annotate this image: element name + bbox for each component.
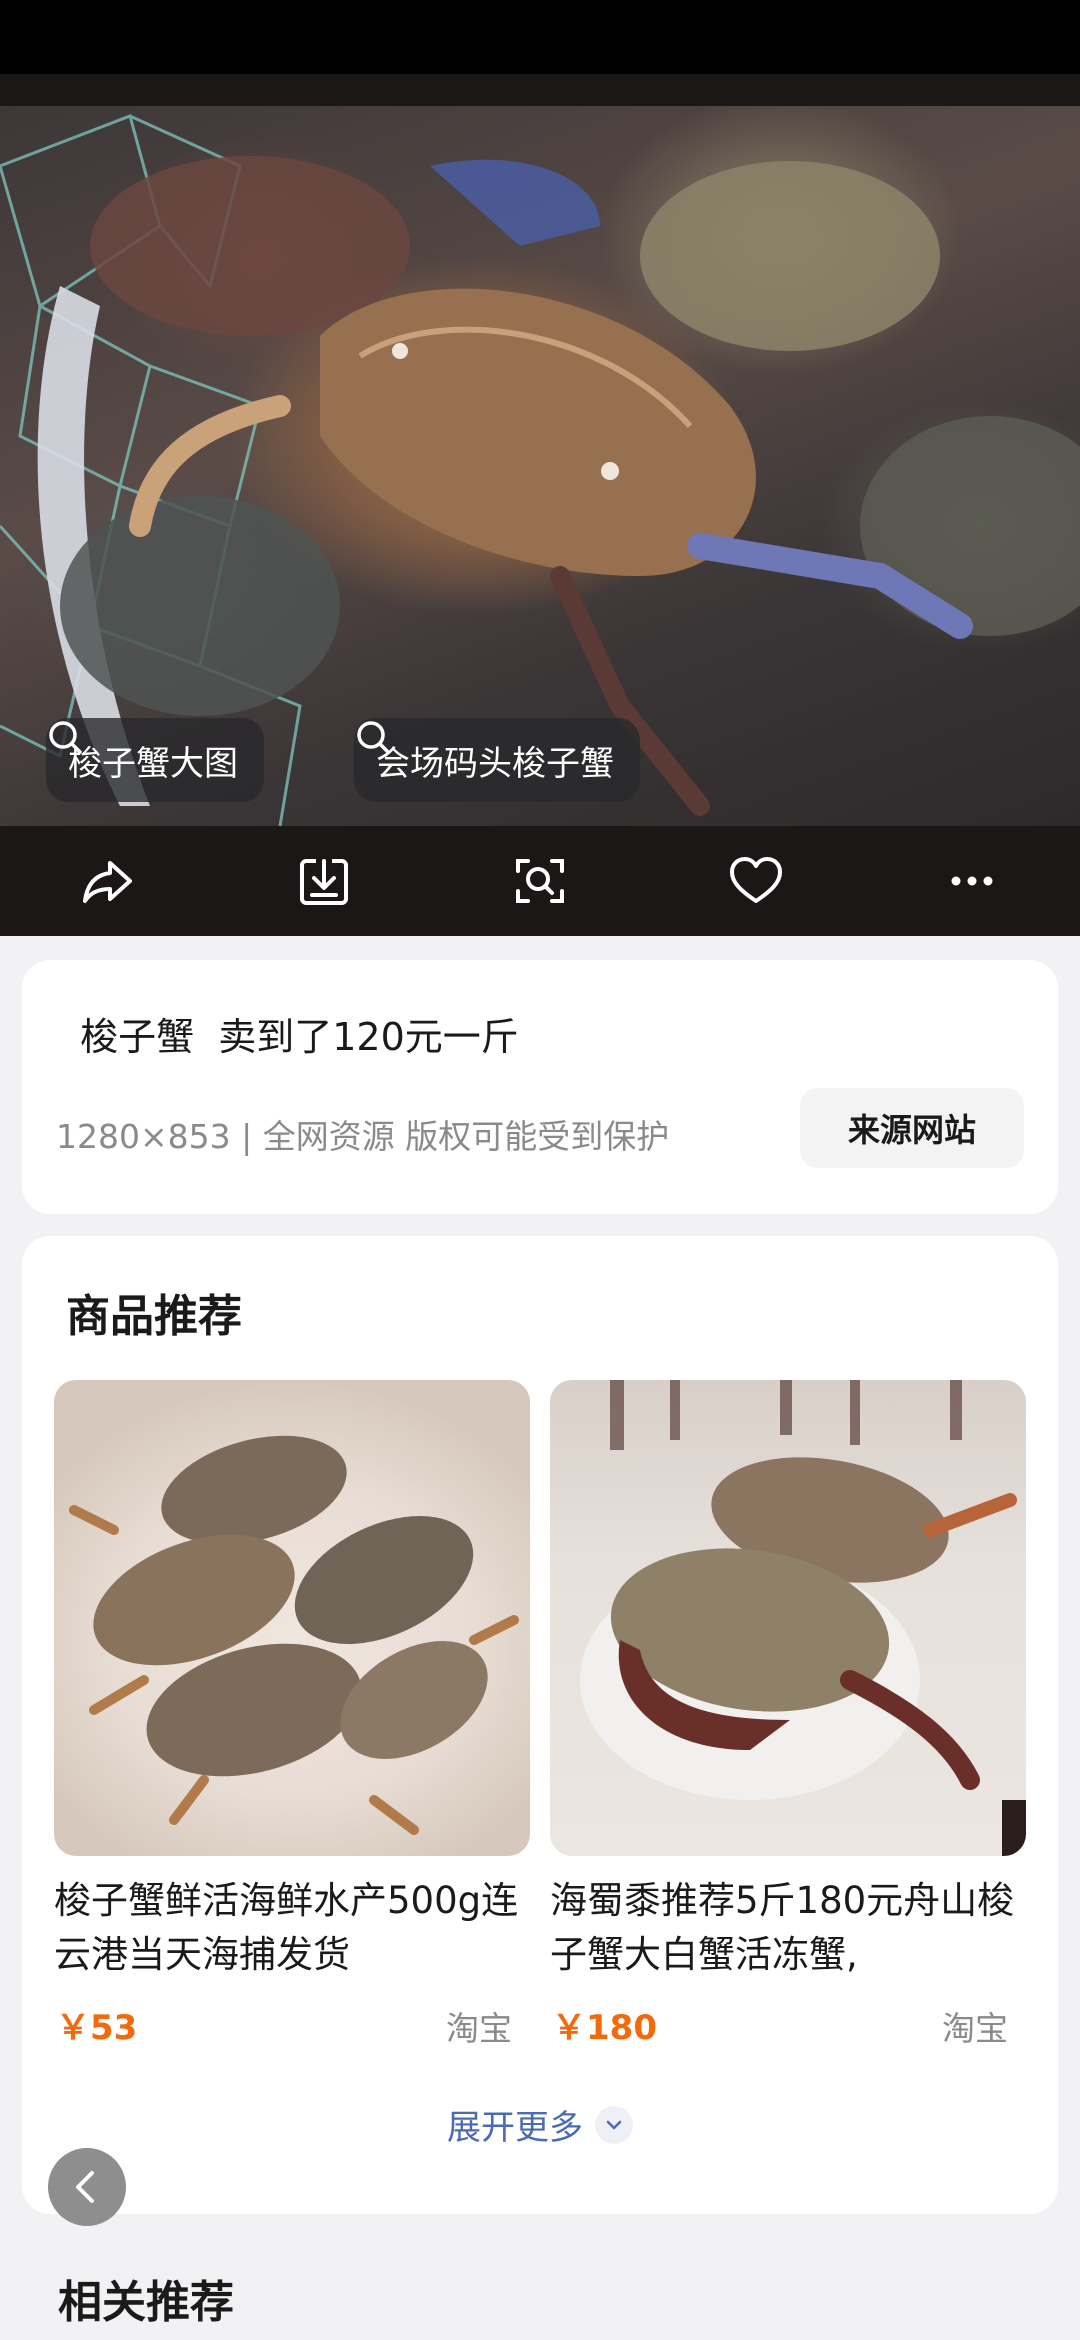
product-meta: ￥53 淘宝 bbox=[54, 1994, 530, 2054]
expand-more-label: 展开更多 bbox=[447, 2108, 583, 2148]
visual-search-button[interactable] bbox=[500, 841, 580, 921]
product-platform: 淘宝 bbox=[942, 2009, 1008, 2048]
image-action-bar bbox=[0, 826, 1080, 936]
product-name: 海蜀黍推荐5斤180元舟山梭子蟹大白蟹活冻蟹, bbox=[550, 1879, 1015, 1976]
image-viewer: 梭子蟹大图 会场码头梭子蟹 bbox=[0, 74, 1080, 936]
related-section-title: 相关推荐 bbox=[58, 2277, 234, 2328]
chevron-left-icon bbox=[76, 2171, 94, 2203]
search-chip-2[interactable]: 会场码头梭子蟹 bbox=[354, 718, 640, 802]
product-photo-art bbox=[580, 1380, 1026, 1856]
scan-icon bbox=[516, 859, 564, 903]
source-website-button[interactable]: 来源网站 bbox=[800, 1088, 1024, 1168]
download-button[interactable] bbox=[284, 841, 364, 921]
image-meta: 1280×853 | 全网资源 版权可能受到保护 bbox=[56, 1117, 670, 1156]
search-icon bbox=[357, 721, 390, 754]
search-chip-label: 梭子蟹大图 bbox=[68, 743, 238, 784]
more-icon bbox=[951, 876, 993, 886]
product-recommendations: 商品推荐 梭子蟹鲜活海鲜水产500g连云港当天海捕发货 ￥53 淘宝 海蜀黍推荐… bbox=[22, 1236, 1058, 2214]
search-icon bbox=[49, 721, 82, 754]
search-chip-label: 会场码头梭子蟹 bbox=[376, 743, 614, 784]
image-title: 梭子蟹 卖到了120元一斤 bbox=[68, 1015, 519, 1059]
product-photo-art bbox=[69, 1435, 519, 1835]
download-icon bbox=[300, 859, 348, 905]
favorite-button[interactable] bbox=[716, 841, 796, 921]
product-price: ￥180 bbox=[552, 2008, 657, 2048]
more-button[interactable] bbox=[932, 841, 1012, 921]
product-card-1[interactable]: 梭子蟹鲜活海鲜水产500g连云港当天海捕发货 ￥53 淘宝 bbox=[54, 1380, 530, 2054]
product-name: 梭子蟹鲜活海鲜水产500g连云港当天海捕发货 bbox=[54, 1879, 519, 1976]
share-button[interactable] bbox=[68, 841, 148, 921]
product-platform: 淘宝 bbox=[446, 2009, 512, 2048]
share-icon bbox=[83, 861, 132, 903]
status-bar bbox=[0, 0, 1080, 74]
heart-icon bbox=[730, 857, 782, 903]
image-info-card: 梭子蟹 卖到了120元一斤 1280×853 | 全网资源 版权可能受到保护 来… bbox=[22, 960, 1058, 1214]
back-button[interactable] bbox=[48, 2148, 126, 2226]
crab-photo[interactable]: 梭子蟹大图 会场码头梭子蟹 bbox=[0, 106, 1080, 826]
section-title: 商品推荐 bbox=[66, 1291, 242, 1342]
search-chip-1[interactable]: 梭子蟹大图 bbox=[46, 718, 264, 802]
product-price: ￥53 bbox=[56, 2008, 138, 2048]
product-image[interactable] bbox=[54, 1380, 530, 1856]
product-meta: ￥180 淘宝 bbox=[550, 1994, 1026, 2054]
expand-more-button[interactable]: 展开更多 bbox=[22, 2100, 1058, 2149]
product-card-2[interactable]: 海蜀黍推荐5斤180元舟山梭子蟹大白蟹活冻蟹, ￥180 淘宝 bbox=[550, 1380, 1026, 2054]
chevron-down-icon bbox=[595, 2105, 633, 2144]
product-image[interactable] bbox=[550, 1380, 1026, 1856]
